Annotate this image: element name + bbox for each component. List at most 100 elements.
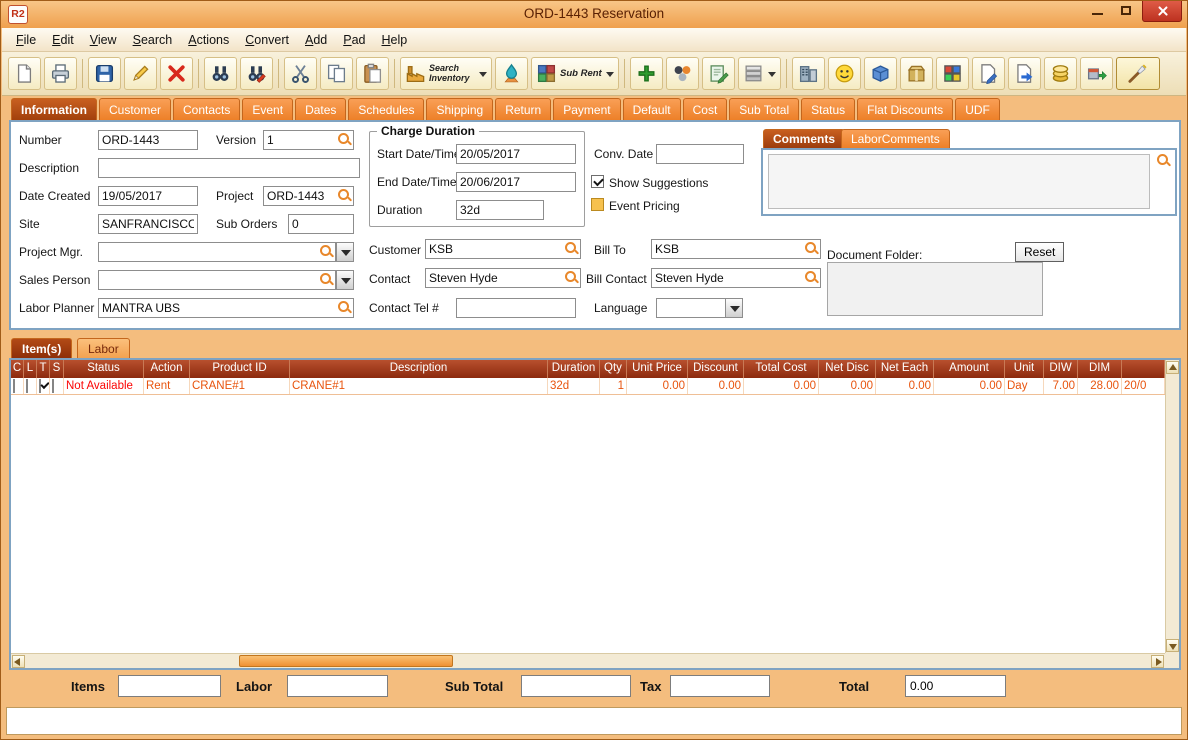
sales-person-dropdown-button[interactable]: [336, 270, 354, 290]
row-checkbox-s[interactable]: [52, 379, 54, 393]
project-mgr-dropdown-button[interactable]: [336, 242, 354, 262]
labor-total-field[interactable]: [287, 675, 388, 697]
menu-actions[interactable]: Actions: [180, 30, 237, 50]
sub-rent-button[interactable]: Sub Rent: [531, 57, 619, 90]
cubes-button[interactable]: [935, 57, 969, 90]
wand-button[interactable]: [1115, 57, 1160, 90]
tab-schedules[interactable]: Schedules: [348, 98, 425, 120]
document-folder-box[interactable]: [827, 262, 1043, 316]
tab-contacts[interactable]: Contacts: [173, 98, 241, 120]
tab-flat-discounts[interactable]: Flat Discounts: [857, 98, 954, 120]
menu-search[interactable]: Search: [125, 30, 181, 50]
column-header-partial[interactable]: [1122, 360, 1165, 378]
horizontal-scrollbar[interactable]: [11, 653, 1165, 668]
close-button[interactable]: [1142, 1, 1182, 22]
row-checkbox-c[interactable]: [13, 379, 15, 393]
add-button[interactable]: [629, 57, 663, 90]
export-button[interactable]: [1007, 57, 1041, 90]
column-header-t[interactable]: T: [37, 360, 50, 378]
menu-edit[interactable]: Edit: [44, 30, 82, 50]
column-header-unit-price[interactable]: Unit Price: [627, 360, 688, 378]
tab-cost[interactable]: Cost: [682, 98, 728, 120]
event-pricing-checkbox[interactable]: [591, 198, 604, 211]
tab-event[interactable]: Event: [242, 98, 294, 120]
minimize-button[interactable]: [1084, 1, 1111, 22]
menu-view[interactable]: View: [82, 30, 125, 50]
tab-labor-comments[interactable]: LaborComments: [841, 129, 950, 148]
customer-field[interactable]: [425, 239, 581, 259]
column-header-diw[interactable]: DIW: [1044, 360, 1078, 378]
date-created-field[interactable]: [98, 186, 198, 206]
layers-button[interactable]: [737, 57, 781, 90]
column-header-c[interactable]: C: [11, 360, 24, 378]
column-header-discount[interactable]: Discount: [688, 360, 744, 378]
bill-to-field[interactable]: [651, 239, 821, 259]
menu-help[interactable]: Help: [374, 30, 416, 50]
conv-date-field[interactable]: [656, 144, 744, 164]
contact-lookup-icon[interactable]: [564, 270, 579, 285]
smiley-button[interactable]: [827, 57, 861, 90]
menu-convert[interactable]: Convert: [237, 30, 297, 50]
bill-to-lookup-icon[interactable]: [804, 241, 819, 256]
tab-payment[interactable]: Payment: [553, 98, 621, 120]
menu-add[interactable]: Add: [297, 30, 335, 50]
report-button[interactable]: [791, 57, 825, 90]
scroll-down-button[interactable]: [1166, 639, 1179, 652]
tab-information[interactable]: Information: [11, 98, 97, 120]
find-button[interactable]: [204, 57, 237, 90]
project-mgr-lookup-icon[interactable]: [319, 244, 334, 259]
group-button[interactable]: [665, 57, 699, 90]
tab-labor[interactable]: Labor: [77, 338, 130, 358]
find-annotate-button[interactable]: [240, 57, 273, 90]
convert-button[interactable]: [1079, 57, 1113, 90]
row-checkbox-t[interactable]: [39, 379, 41, 393]
total-field[interactable]: [905, 675, 1006, 697]
column-header-description[interactable]: Description: [290, 360, 548, 378]
sub-total-field[interactable]: [521, 675, 631, 697]
note-edit-button[interactable]: [701, 57, 735, 90]
tab-udf[interactable]: UDF: [955, 98, 1000, 120]
site-field[interactable]: [98, 214, 198, 234]
copy-button[interactable]: [320, 57, 353, 90]
column-header-amount[interactable]: Amount: [934, 360, 1005, 378]
menu-file[interactable]: File: [8, 30, 44, 50]
tab-default[interactable]: Default: [622, 98, 681, 120]
description-field[interactable]: [98, 158, 360, 178]
column-header-unit[interactable]: Unit: [1005, 360, 1044, 378]
search-inventory-button[interactable]: Search Inventory: [400, 57, 492, 90]
maximize-button[interactable]: [1112, 1, 1139, 22]
tab-dates[interactable]: Dates: [295, 98, 347, 120]
column-header-s[interactable]: S: [50, 360, 64, 378]
paste-button[interactable]: [356, 57, 389, 90]
vertical-scrollbar[interactable]: [1165, 360, 1179, 653]
project-mgr-field[interactable]: [98, 242, 336, 262]
sub-orders-field[interactable]: [288, 214, 354, 234]
scroll-right-button[interactable]: [1151, 655, 1164, 668]
column-header-status[interactable]: Status: [64, 360, 144, 378]
tax-field[interactable]: [670, 675, 770, 697]
contact-tel-field[interactable]: [456, 298, 576, 318]
version-lookup-icon[interactable]: [337, 132, 352, 147]
column-header-action[interactable]: Action: [144, 360, 190, 378]
save-button[interactable]: [88, 57, 121, 90]
start-date-field[interactable]: [456, 144, 576, 164]
tab-sub-total[interactable]: Sub Total: [729, 98, 800, 120]
cut-button[interactable]: [284, 57, 317, 90]
row-checkbox-l[interactable]: [26, 379, 28, 393]
column-header-dim[interactable]: DIM: [1078, 360, 1122, 378]
scroll-up-button[interactable]: [1166, 361, 1179, 374]
reset-button[interactable]: Reset: [1015, 242, 1065, 262]
items-total-field[interactable]: [118, 675, 221, 697]
number-field[interactable]: [98, 130, 198, 150]
tab-status[interactable]: Status: [801, 98, 856, 120]
bill-contact-field[interactable]: [651, 268, 821, 288]
column-header-duration[interactable]: Duration: [548, 360, 600, 378]
edit-button[interactable]: [124, 57, 157, 90]
comments-lookup-icon[interactable]: [1156, 153, 1171, 168]
column-header-total-cost[interactable]: Total Cost: [744, 360, 819, 378]
horizontal-scroll-thumb[interactable]: [239, 655, 453, 667]
project-lookup-icon[interactable]: [337, 188, 352, 203]
customer-lookup-icon[interactable]: [564, 241, 579, 256]
column-header-net-each[interactable]: Net Each: [876, 360, 934, 378]
column-header-qty[interactable]: Qty: [600, 360, 627, 378]
